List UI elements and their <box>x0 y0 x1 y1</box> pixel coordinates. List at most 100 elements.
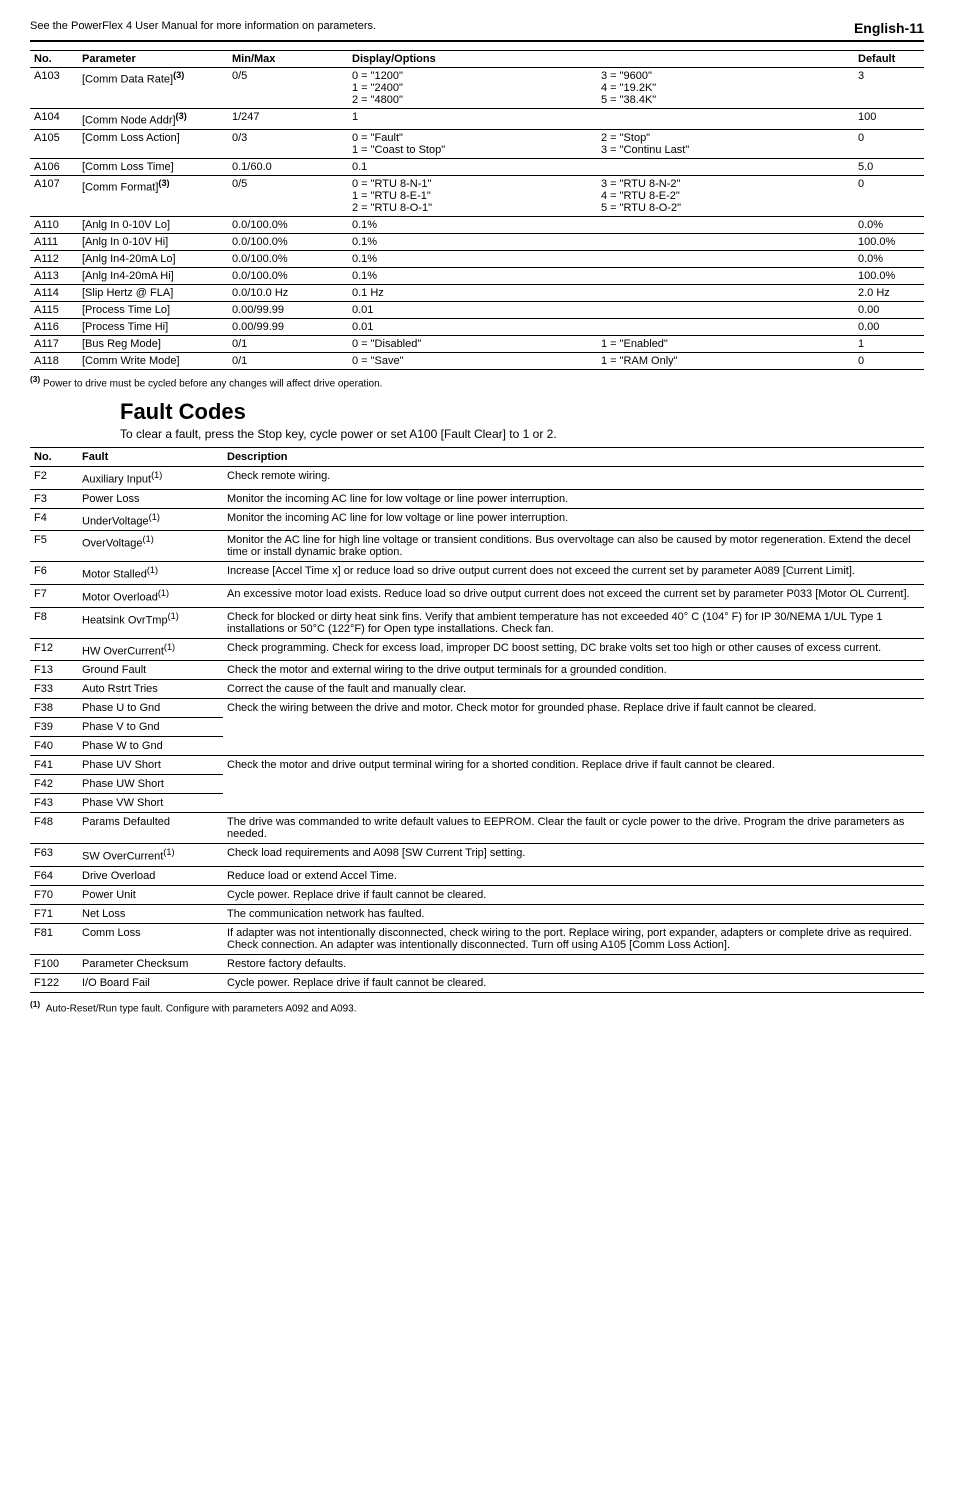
fault-no: F3 <box>30 489 78 508</box>
param-default: 0 <box>854 175 924 216</box>
fault-no: F122 <box>30 973 78 992</box>
fault-no: F12 <box>30 638 78 661</box>
fault-desc: Monitor the AC line for high line voltag… <box>223 531 924 562</box>
fault-no: F39 <box>30 718 78 737</box>
fault-no: F4 <box>30 508 78 531</box>
fault-row: F12HW OverCurrent(1)Check programming. C… <box>30 638 924 661</box>
fault-desc: Check programming. Check for excess load… <box>223 638 924 661</box>
fault-desc: Check load requirements and A098 [SW Cur… <box>223 844 924 867</box>
fault-desc: Restore factory defaults. <box>223 954 924 973</box>
fault-desc: Check the wiring between the drive and m… <box>223 699 924 756</box>
fault-row: F81Comm LossIf adapter was not intention… <box>30 923 924 954</box>
fault-name: Phase VW Short <box>78 794 223 813</box>
param-default: 2.0 Hz <box>854 284 924 301</box>
param-row: A112[Anlg In4-20mA Lo]0.0/100.0%0.1%0.0% <box>30 250 924 267</box>
param-no: A110 <box>30 216 78 233</box>
fault-row: F5OverVoltage(1)Monitor the AC line for … <box>30 531 924 562</box>
fault-footnote-text: Auto-Reset/Run type fault. Configure wit… <box>46 1003 357 1014</box>
param-opts: 0.1 <box>348 158 854 175</box>
param-default: 5.0 <box>854 158 924 175</box>
param-opts: 0 = "Save"1 = "RAM Only" <box>348 352 854 369</box>
col-parameter: Parameter <box>78 51 228 68</box>
fault-row: F3Power LossMonitor the incoming AC line… <box>30 489 924 508</box>
param-opts: 0 = "Disabled"1 = "Enabled" <box>348 335 854 352</box>
fault-no: F100 <box>30 954 78 973</box>
param-minmax: 0.0/100.0% <box>228 233 348 250</box>
param-name: [Slip Hertz @ FLA] <box>78 284 228 301</box>
param-opts: 0.1% <box>348 216 854 233</box>
param-no: A112 <box>30 250 78 267</box>
fault-name: Phase UV Short <box>78 756 223 775</box>
param-minmax: 0.00/99.99 <box>228 301 348 318</box>
param-minmax: 0.0/100.0% <box>228 267 348 284</box>
param-no: A114 <box>30 284 78 301</box>
param-minmax: 0/5 <box>228 68 348 109</box>
fault-desc: Monitor the incoming AC line for low vol… <box>223 489 924 508</box>
col-minmax: Min/Max <box>228 51 348 68</box>
fault-name: Params Defaulted <box>78 813 223 844</box>
param-opts: 0.1% <box>348 233 854 250</box>
param-default: 100.0% <box>854 267 924 284</box>
param-minmax: 0.00/99.99 <box>228 318 348 335</box>
param-name: [Process Time Lo] <box>78 301 228 318</box>
fault-desc: Correct the cause of the fault and manua… <box>223 680 924 699</box>
param-default: 3 <box>854 68 924 109</box>
fault-name: Phase W to Gnd <box>78 737 223 756</box>
fault-no: F64 <box>30 866 78 885</box>
fault-row: F48Params DefaultedThe drive was command… <box>30 813 924 844</box>
fault-name: I/O Board Fail <box>78 973 223 992</box>
page-number: English-11 <box>854 20 924 36</box>
param-name: [Comm Node Addr](3) <box>78 109 228 130</box>
fault-row: F8Heatsink OvrTmp(1)Check for blocked or… <box>30 607 924 638</box>
fault-name: OverVoltage(1) <box>78 531 223 562</box>
parameter-table: No. Parameter Min/Max Display/Options De… <box>30 50 924 370</box>
fault-name: Phase UW Short <box>78 775 223 794</box>
param-default: 0.00 <box>854 318 924 335</box>
param-name: [Anlg In4-20mA Lo] <box>78 250 228 267</box>
param-minmax: 0.0/10.0 Hz <box>228 284 348 301</box>
param-minmax: 0.0/100.0% <box>228 250 348 267</box>
param-row: A114[Slip Hertz @ FLA]0.0/10.0 Hz0.1 Hz2… <box>30 284 924 301</box>
fault-no: F40 <box>30 737 78 756</box>
param-row: A103[Comm Data Rate](3)0/50 = "1200"1 = … <box>30 68 924 109</box>
fault-desc: Increase [Accel Time x] or reduce load s… <box>223 562 924 585</box>
fcol-no: No. <box>30 447 78 466</box>
fault-no: F13 <box>30 661 78 680</box>
param-default: 0 <box>854 129 924 158</box>
fault-no: F6 <box>30 562 78 585</box>
col-default: Default <box>854 51 924 68</box>
fault-no: F2 <box>30 466 78 489</box>
fault-no: F8 <box>30 607 78 638</box>
param-no: A115 <box>30 301 78 318</box>
fault-name: Parameter Checksum <box>78 954 223 973</box>
param-row: A115[Process Time Lo]0.00/99.990.010.00 <box>30 301 924 318</box>
fault-desc: Reduce load or extend Accel Time. <box>223 866 924 885</box>
param-no: A103 <box>30 68 78 109</box>
header-note: See the PowerFlex 4 User Manual for more… <box>30 20 376 36</box>
col-no: No. <box>30 51 78 68</box>
footnote-sup: (3) <box>30 374 40 384</box>
fault-desc: An excessive motor load exists. Reduce l… <box>223 584 924 607</box>
param-footnote: (3) Power to drive must be cycled before… <box>30 374 924 389</box>
param-default: 0.00 <box>854 301 924 318</box>
fault-name: Motor Overload(1) <box>78 584 223 607</box>
param-default: 1 <box>854 335 924 352</box>
param-opts: 1 <box>348 109 854 130</box>
param-opts: 0.1% <box>348 267 854 284</box>
param-minmax: 0/1 <box>228 352 348 369</box>
fault-no: F63 <box>30 844 78 867</box>
fault-name: HW OverCurrent(1) <box>78 638 223 661</box>
fault-desc: Check the motor and drive output termina… <box>223 756 924 813</box>
param-name: [Comm Format](3) <box>78 175 228 216</box>
fault-row: F4UnderVoltage(1)Monitor the incoming AC… <box>30 508 924 531</box>
param-default: 0.0% <box>854 250 924 267</box>
param-name: [Comm Data Rate](3) <box>78 68 228 109</box>
param-default: 100.0% <box>854 233 924 250</box>
fault-row: F33Auto Rstrt TriesCorrect the cause of … <box>30 680 924 699</box>
fault-row: F41Phase UV ShortCheck the motor and dri… <box>30 756 924 775</box>
param-no: A117 <box>30 335 78 352</box>
fault-desc: If adapter was not intentionally disconn… <box>223 923 924 954</box>
fault-desc: The communication network has faulted. <box>223 904 924 923</box>
fault-row: F71Net LossThe communication network has… <box>30 904 924 923</box>
param-opts: 0.1% <box>348 250 854 267</box>
